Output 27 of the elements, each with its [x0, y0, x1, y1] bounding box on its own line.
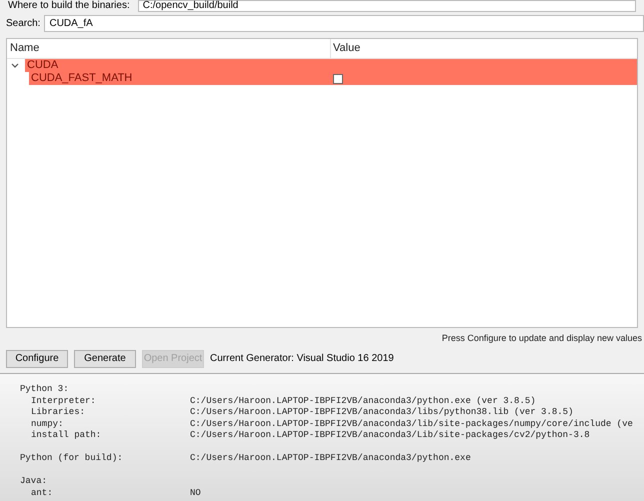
search-field[interactable]: CUDA_fA [44, 14, 644, 32]
action-button[interactable]: Configure [6, 350, 68, 368]
field-label: Where to build the binaries: [8, 1, 130, 11]
log-value: C:/Users/Haroon.LAPTOP-IBPFI2VB/anaconda3/libs/python38.lib (ver 3.8.5) [190, 407, 574, 418]
log-label: Python (for build): [20, 453, 124, 464]
log-label: Interpreter: [30, 396, 97, 407]
log-label: install path: [30, 430, 102, 442]
log-label: ant: [30, 488, 54, 499]
log-value: NO [190, 488, 201, 499]
log-value: C:/Users/Haroon.LAPTOP-IBPFI2VB/anaconda3/python.exe (ver 3.8.5) [190, 396, 536, 407]
log-value: C:/Users/Haroon.LAPTOP-IBPFI2VB/anaconda3/python.exe [190, 453, 471, 464]
build-directory-field[interactable]: C:/opencv_build/build [138, 0, 636, 12]
tree-item[interactable]: CUDA [25, 59, 331, 72]
log-value: C:/Users/Haroon.LAPTOP-IBPFI2VB/anaconda3/Lib/site-packages/cv2/python-3.8 [190, 430, 590, 442]
status-message: Press Configure to update and display new values [442, 332, 642, 344]
checkbox[interactable] [333, 74, 343, 84]
generator-label: Current Generator: Visual Studio 16 2019 [210, 352, 394, 366]
search-label: Search: [6, 16, 40, 30]
tree-item[interactable]: CUDA_FAST_MATH [29, 72, 331, 85]
column-header[interactable]: Name [7, 39, 331, 58]
column-header[interactable]: Value [331, 40, 360, 57]
action-button[interactable]: Generate [74, 350, 136, 368]
log-value: C:/Users/Haroon.LAPTOP-IBPFI2VB/anaconda3/lib/site-packages/numpy/core/include (ve [190, 418, 633, 430]
log-label: Java: [20, 476, 48, 488]
log-label: Python 3: [20, 384, 70, 396]
log-label: Libraries: [30, 407, 86, 418]
log-label: numpy: [30, 418, 64, 430]
